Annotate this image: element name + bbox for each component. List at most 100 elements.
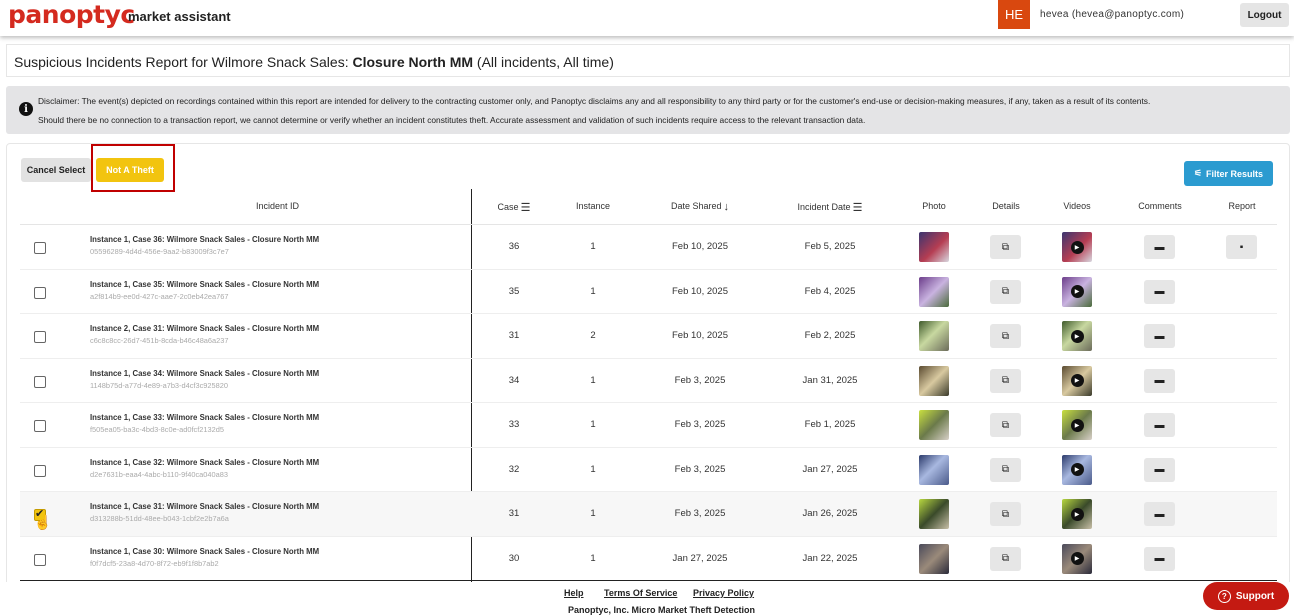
open-external-icon[interactable]: ⧉ [990, 279, 1021, 304]
play-icon: ▶ [1070, 329, 1084, 343]
help-link[interactable]: Help [564, 588, 584, 598]
column-header-case-label: Case [497, 202, 519, 212]
incident-photo-thumbnail[interactable] [919, 365, 949, 396]
incident-photo-thumbnail[interactable] [919, 499, 949, 529]
incident-title[interactable]: Instance 1, Case 33: Wilmore Snack Sales… [90, 413, 319, 422]
incident-photo-thumbnail[interactable] [919, 543, 949, 574]
video-thumbnail[interactable]: ▶ [1062, 454, 1092, 485]
incident-uuid: a2f814b9-ee0d-427c-aae7-2c0eb42ea767 [90, 291, 229, 301]
incident-title[interactable]: Instance 1, Case 32: Wilmore Snack Sales… [90, 458, 319, 467]
privacy-link[interactable]: Privacy Policy [693, 588, 754, 598]
open-external-icon[interactable]: ⧉ [990, 502, 1021, 526]
row-checkbox[interactable] [34, 553, 46, 566]
incident-uuid: 05596289-4d4d-456e-9aa2-b83009f3c7e7 [90, 247, 229, 256]
open-external-icon[interactable]: ⧉ [990, 324, 1021, 348]
app-tagline: market assistant [128, 9, 231, 24]
incident-photo-thumbnail[interactable] [919, 321, 949, 351]
date-shared-cell: Feb 3, 2025 [674, 508, 726, 519]
comment-icon[interactable]: ▬ [1144, 324, 1175, 348]
comment-icon[interactable]: ▬ [1144, 279, 1175, 304]
incident-title[interactable]: Instance 1, Case 31: Wilmore Snack Sales… [90, 502, 319, 511]
terms-link[interactable]: Terms Of Service [604, 588, 677, 598]
filter-results-button[interactable]: ⚟ Filter Results [1184, 161, 1273, 186]
row-checkbox[interactable] [34, 464, 46, 477]
row-checkbox[interactable] [34, 331, 46, 343]
incident-title[interactable]: Instance 2, Case 31: Wilmore Snack Sales… [90, 324, 319, 333]
logout-button[interactable]: Logout [1240, 3, 1289, 27]
instance-cell: 1 [590, 463, 596, 475]
filter-icon: ⚟ [1193, 168, 1203, 178]
video-thumbnail[interactable]: ▶ [1062, 276, 1092, 307]
row-checkbox[interactable] [34, 420, 46, 432]
video-thumbnail[interactable]: ▶ [1062, 499, 1092, 529]
incident-title[interactable]: Instance 1, Case 36: Wilmore Snack Sales… [90, 235, 319, 244]
open-external-icon[interactable]: ⧉ [990, 413, 1021, 437]
avatar[interactable]: HE [998, 0, 1030, 29]
comment-icon[interactable]: ▬ [1144, 457, 1175, 482]
case-cell: 35 [508, 285, 520, 297]
column-header-date-shared[interactable]: Date Shared ↓ [650, 201, 750, 213]
table-row[interactable]: Instance 1, Case 35: Wilmore Snack Sales… [20, 270, 1277, 314]
play-icon: ▶ [1070, 374, 1084, 387]
video-thumbnail[interactable]: ▶ [1062, 543, 1092, 574]
sort-icon[interactable]: ☰ [853, 201, 863, 214]
comment-icon[interactable]: ▬ [1144, 368, 1175, 393]
row-checkbox[interactable] [34, 242, 46, 254]
open-external-icon[interactable]: ⧉ [990, 235, 1021, 259]
support-button[interactable]: ? Support [1203, 582, 1289, 610]
incident-photo-thumbnail[interactable] [919, 276, 949, 307]
cancel-select-button[interactable]: Cancel Select [21, 158, 91, 182]
incident-date-cell: Feb 5, 2025 [804, 241, 856, 252]
report-icon[interactable]: ▪ [1226, 235, 1257, 259]
incident-uuid: d2e7631b-eaa4-4abc-b110-9f40ca040a83 [90, 469, 228, 479]
sort-icon[interactable]: ☰ [521, 201, 531, 214]
incident-photo-thumbnail[interactable] [919, 454, 949, 485]
incident-date-cell: Feb 1, 2025 [804, 419, 856, 430]
play-icon: ▶ [1070, 552, 1084, 565]
table-row[interactable]: Instance 1, Case 36: Wilmore Snack Sales… [20, 225, 1277, 270]
table-row[interactable]: Instance 2, Case 31: Wilmore Snack Sales… [20, 314, 1277, 359]
video-thumbnail[interactable]: ▶ [1062, 365, 1092, 396]
disclaimer-banner: i Disclaimer: The event(s) depicted on r… [6, 86, 1290, 134]
row-checkbox[interactable] [34, 286, 46, 299]
arrow-down-icon[interactable]: ↓ [724, 201, 730, 213]
date-shared-cell: Feb 10, 2025 [672, 241, 728, 252]
instance-cell: 1 [590, 241, 596, 252]
table-row[interactable]: Instance 1, Case 33: Wilmore Snack Sales… [20, 403, 1277, 448]
date-shared-cell: Feb 3, 2025 [674, 374, 726, 386]
comment-icon[interactable]: ▬ [1144, 502, 1175, 526]
video-thumbnail[interactable]: ▶ [1062, 321, 1092, 351]
row-checkbox[interactable] [34, 375, 46, 388]
video-thumbnail[interactable]: ▶ [1062, 232, 1092, 262]
open-external-icon[interactable]: ⧉ [990, 368, 1021, 393]
table-row[interactable]: ☝ Instance 1, Case 31: Wilmore Snack Sale… [20, 492, 1277, 537]
instance-cell: 1 [590, 374, 596, 386]
incident-date-cell: Jan 22, 2025 [802, 552, 858, 564]
app-logo[interactable]: panoptyc [8, 0, 135, 29]
open-external-icon[interactable]: ⧉ [990, 457, 1021, 482]
open-external-icon[interactable]: ⧉ [990, 546, 1021, 571]
incident-photo-thumbnail[interactable] [919, 232, 949, 262]
incident-title[interactable]: Instance 1, Case 34: Wilmore Snack Sales… [90, 369, 319, 378]
date-shared-cell: Feb 3, 2025 [674, 419, 726, 430]
column-header-case[interactable]: Case ☰ [484, 201, 544, 214]
column-header-incident-id: Incident ID [255, 201, 300, 211]
column-header-incident-date[interactable]: Incident Date ☰ [780, 201, 880, 214]
comment-icon[interactable]: ▬ [1144, 413, 1175, 437]
incident-photo-thumbnail[interactable] [919, 410, 949, 440]
date-shared-cell: Feb 3, 2025 [674, 463, 726, 475]
filter-results-label: Filter Results [1206, 168, 1264, 179]
info-icon: i [19, 102, 33, 116]
comment-icon[interactable]: ▬ [1144, 546, 1175, 571]
incident-title[interactable]: Instance 1, Case 30: Wilmore Snack Sales… [90, 547, 319, 556]
video-thumbnail[interactable]: ▶ [1062, 410, 1092, 440]
incident-title[interactable]: Instance 1, Case 35: Wilmore Snack Sales… [90, 280, 319, 289]
table-row[interactable]: Instance 1, Case 34: Wilmore Snack Sales… [20, 359, 1277, 403]
incident-uuid: d313288b-51dd-48ee-b043-1cbf2e2b7a6a [90, 514, 229, 523]
comment-icon[interactable]: ▬ [1144, 235, 1175, 259]
case-cell: 34 [508, 374, 520, 386]
instance-cell: 1 [590, 552, 596, 564]
table-row[interactable]: Instance 1, Case 32: Wilmore Snack Sales… [20, 448, 1277, 492]
instance-cell: 1 [590, 419, 596, 430]
table-row[interactable]: Instance 1, Case 30: Wilmore Snack Sales… [20, 537, 1277, 581]
